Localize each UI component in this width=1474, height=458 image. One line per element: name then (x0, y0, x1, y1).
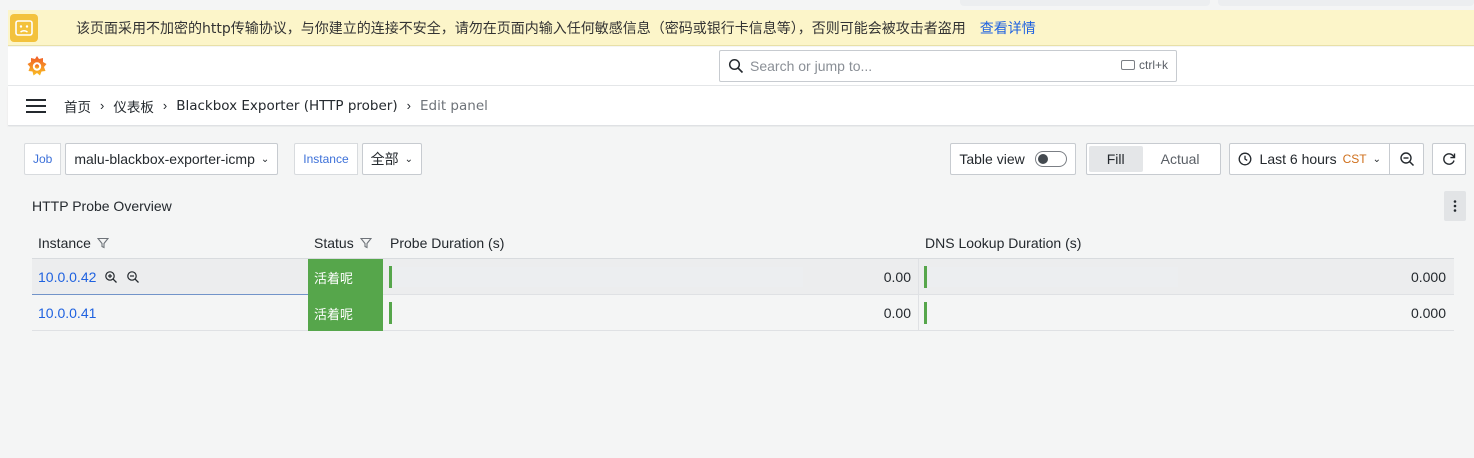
table-row: 10.0.0.42 活着呢 0.00 0.000 (32, 259, 1454, 295)
top-bar: Search or jump to... ctrl+k (8, 47, 1474, 86)
column-label: Probe Duration (s) (390, 235, 505, 251)
variable-select-instance[interactable]: 全部 ⌄ (361, 143, 423, 175)
filter-icon[interactable] (96, 237, 109, 249)
column-label: Status (314, 235, 354, 251)
gauge-background (928, 267, 1178, 287)
chevron-right-icon: › (162, 98, 168, 113)
banner-text: 该页面采用不加密的http传输协议，与你建立的连接不安全，请勿在页面内输入任何敏… (76, 20, 966, 37)
zoom-out-icon (1399, 152, 1414, 167)
dashboard-variables: Job malu-blackbox-exporter-icmp ⌄ Instan… (24, 143, 423, 175)
more-vertical-icon (1453, 200, 1457, 212)
probe-duration-value: 0.00 (883, 305, 911, 321)
zoom-out-button[interactable] (1390, 143, 1424, 175)
search-box[interactable]: Search or jump to... ctrl+k (719, 50, 1177, 82)
timezone-label: CST (1342, 152, 1367, 166)
variable-label-job: Job (24, 143, 62, 175)
column-header-status[interactable]: Status (314, 235, 372, 251)
table-view-switch[interactable]: Table view (950, 143, 1076, 175)
instance-cell: 10.0.0.41 (38, 305, 96, 321)
actual-option[interactable]: Actual (1143, 146, 1218, 172)
gauge-fill (389, 266, 392, 288)
keyboard-shortcut: ctrl+k (1120, 58, 1168, 72)
dns-duration-gauge: 0.000 (924, 265, 1454, 289)
menu-toggle-icon[interactable] (26, 98, 46, 113)
table-view-toggle[interactable] (1034, 151, 1067, 167)
column-label: Instance (38, 235, 91, 251)
table-view-label: Table view (959, 151, 1025, 167)
refresh-button[interactable] (1432, 143, 1466, 175)
dns-duration-value: 0.000 (1410, 305, 1446, 321)
column-label: DNS Lookup Duration (s) (925, 235, 1082, 251)
breadcrumb-dashboard[interactable]: Blackbox Exporter (HTTP prober) (176, 98, 397, 114)
warning-face-icon (10, 13, 38, 42)
instance-link[interactable]: 10.0.0.41 (38, 305, 96, 321)
variable-select-job[interactable]: malu-blackbox-exporter-icmp ⌄ (65, 143, 279, 175)
chevron-down-icon: ⌄ (1372, 153, 1381, 165)
breadcrumb-dashboards[interactable]: 仪表板 (113, 96, 154, 116)
gauge-background (393, 267, 803, 287)
browser-tab[interactable] (1218, 0, 1474, 6)
column-header-dns-duration[interactable]: DNS Lookup Duration (s) (925, 235, 1081, 251)
instance-link[interactable]: 10.0.0.42 (38, 269, 96, 285)
probe-duration-gauge: 0.00 (389, 265, 919, 289)
dns-duration-value: 0.000 (1410, 269, 1446, 285)
filter-out-value-icon[interactable] (126, 270, 140, 284)
banner-details-link[interactable]: 查看详情 (980, 18, 1036, 38)
shortcut-label: ctrl+k (1138, 58, 1168, 72)
search-icon (728, 58, 744, 74)
grafana-logo-icon[interactable] (25, 54, 49, 78)
search-placeholder: Search or jump to... (750, 58, 873, 74)
gauge-fill (924, 302, 927, 324)
fill-actual-radio: Fill Actual (1085, 143, 1221, 175)
table-panel: HTTP Probe Overview Instance Status Prob… (24, 189, 1466, 458)
panel-edit-controls: Table view Fill Actual Last 6 hours CST … (950, 143, 1466, 175)
panel-editor-main: Job malu-blackbox-exporter-icmp ⌄ Instan… (8, 127, 1474, 458)
dns-duration-gauge: 0.000 (924, 301, 1454, 325)
table-row: 10.0.0.41 活着呢 0.00 0.000 (32, 295, 1454, 331)
browser-tab[interactable] (960, 0, 1210, 6)
browser-tab-strip (0, 0, 1474, 8)
filter-for-value-icon[interactable] (104, 270, 118, 284)
gauge-fill (389, 302, 392, 324)
breadcrumb-current: Edit panel (419, 97, 488, 114)
keyboard-icon (1120, 60, 1135, 70)
probe-duration-value: 0.00 (883, 269, 911, 285)
variable-label-instance: Instance (294, 143, 358, 175)
fill-option[interactable]: Fill (1088, 146, 1143, 172)
panel-title: HTTP Probe Overview (32, 198, 172, 214)
variable-value-job: malu-blackbox-exporter-icmp (74, 151, 255, 167)
chevron-down-icon: ⌄ (404, 153, 414, 165)
chevron-right-icon: › (406, 98, 411, 113)
breadcrumb-home[interactable]: 首页 (64, 96, 91, 116)
probe-duration-gauge: 0.00 (389, 301, 919, 325)
breadcrumb: 首页 › 仪表板 › Blackbox Exporter (HTTP probe… (64, 96, 488, 116)
column-header-instance[interactable]: Instance (38, 235, 109, 251)
status-cell: 活着呢 (308, 295, 383, 331)
instance-cell: 10.0.0.42 (38, 269, 140, 285)
filter-icon[interactable] (359, 237, 372, 249)
status-cell: 活着呢 (308, 259, 383, 295)
breadcrumb-bar: 首页 › 仪表板 › Blackbox Exporter (HTTP probe… (8, 86, 1474, 126)
chevron-down-icon: ⌄ (260, 153, 270, 165)
data-table: Instance Status Probe Duration (s) DNS L… (32, 227, 1454, 331)
table-header: Instance Status Probe Duration (s) DNS L… (32, 227, 1454, 259)
panel-menu-button[interactable] (1444, 191, 1466, 221)
gauge-fill (924, 266, 927, 288)
clock-icon (1238, 152, 1251, 166)
insecure-connection-banner: 该页面采用不加密的http传输协议，与你建立的连接不安全，请勿在页面内输入任何敏… (8, 10, 1474, 46)
column-header-probe-duration[interactable]: Probe Duration (s) (390, 235, 504, 251)
variable-value-instance: 全部 (370, 151, 399, 167)
refresh-icon (1443, 153, 1456, 165)
time-range-picker[interactable]: Last 6 hours CST ⌄ (1228, 143, 1390, 175)
time-range-label: Last 6 hours (1259, 151, 1337, 167)
chevron-right-icon: › (100, 98, 105, 113)
